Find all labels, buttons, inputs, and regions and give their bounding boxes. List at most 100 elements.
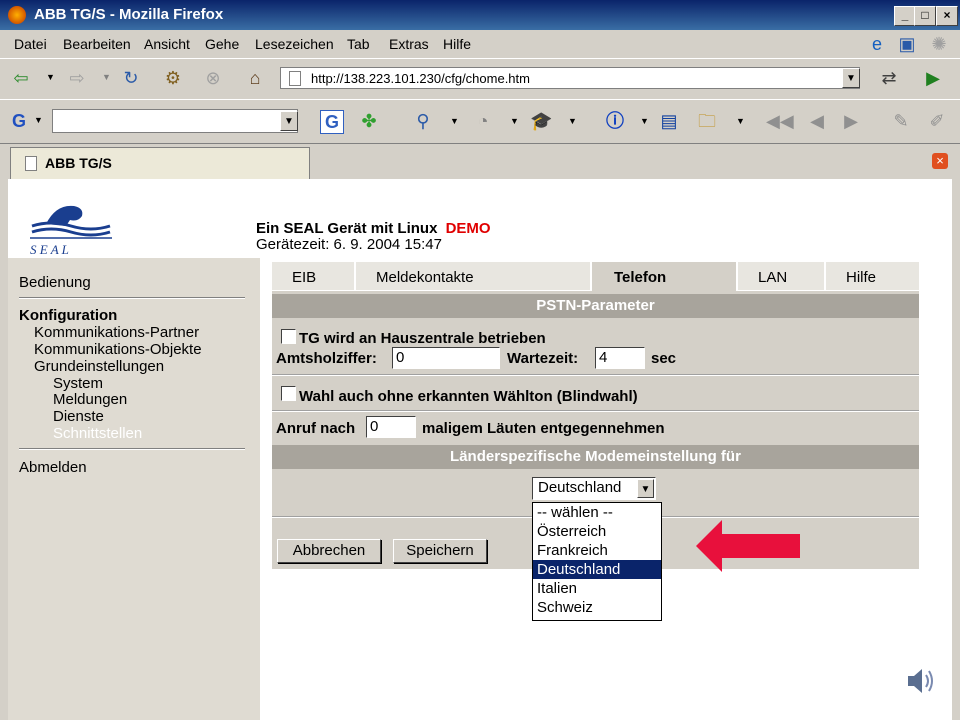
sidebar-divider bbox=[19, 297, 245, 299]
flag-icon[interactable]: ▤ bbox=[658, 110, 680, 132]
country-option-selected[interactable]: Deutschland bbox=[533, 560, 661, 579]
home-alt-icon[interactable]: ⚙ bbox=[162, 67, 184, 89]
graduation-dropdown-icon[interactable]: ▼ bbox=[568, 116, 577, 126]
tab-eib[interactable]: EIB bbox=[272, 262, 354, 290]
menu-lesezeichen[interactable]: Lesezeichen bbox=[255, 36, 334, 52]
back-dropdown-icon[interactable]: ▼ bbox=[46, 72, 55, 82]
network-icon[interactable]: ⇄ bbox=[878, 67, 900, 89]
anruf-input[interactable]: 0 bbox=[366, 416, 416, 438]
tab-telefon[interactable]: Telefon bbox=[592, 262, 736, 292]
seal-logo: S E A L bbox=[30, 205, 112, 257]
wartezeit-unit: sec bbox=[651, 350, 677, 367]
sidebar-item-schnittstellen[interactable]: Schnittstellen bbox=[53, 425, 142, 442]
tab-hilfe[interactable]: Hilfe bbox=[826, 262, 919, 290]
google-icon[interactable]: G bbox=[8, 110, 30, 132]
highlighter-icon[interactable]: ✐ bbox=[926, 110, 948, 132]
save-button[interactable]: Speichern bbox=[393, 539, 487, 563]
sidebar-item-konfiguration[interactable]: Konfiguration bbox=[19, 307, 117, 324]
country-dropdown-list: -- wählen -- Österreich Frankreich Deuts… bbox=[532, 502, 662, 621]
menu-extras[interactable]: Extras bbox=[389, 36, 429, 52]
menu-ansicht[interactable]: Ansicht bbox=[144, 36, 190, 52]
close-window-button[interactable]: × bbox=[936, 6, 958, 26]
stop-icon[interactable]: ⊗ bbox=[202, 67, 224, 89]
forward-icon[interactable]: ⇨ bbox=[66, 67, 88, 89]
sidebar-item-kommunikations-objekte[interactable]: Kommunikations-Objekte bbox=[34, 341, 202, 358]
google-search-input[interactable] bbox=[52, 109, 298, 133]
logo-text: S E A L bbox=[30, 242, 69, 257]
ie-icon[interactable]: e bbox=[866, 33, 888, 55]
magnifier-dropdown-icon[interactable]: ▼ bbox=[450, 116, 459, 126]
forward-dropdown-icon[interactable]: ▼ bbox=[102, 72, 111, 82]
menu-hilfe[interactable]: Hilfe bbox=[443, 36, 471, 52]
window-title: ABB TG/S - Mozilla Firefox bbox=[34, 6, 224, 23]
sidebar-item-bedienung[interactable]: Bedienung bbox=[19, 274, 91, 291]
menu-tab[interactable]: Tab bbox=[347, 36, 370, 52]
magnifier-icon[interactable]: ⚲ bbox=[412, 110, 434, 132]
sidebar-item-system[interactable]: System bbox=[53, 375, 103, 392]
google-search-dropdown-icon[interactable]: ▼ bbox=[280, 111, 298, 131]
sidebar-item-kommunikations-partner[interactable]: Kommunikations-Partner bbox=[34, 324, 199, 341]
google-search-icon[interactable]: G bbox=[320, 110, 344, 134]
clover-icon[interactable]: ✤ bbox=[358, 110, 380, 132]
country-option[interactable]: Italien bbox=[533, 579, 661, 598]
menu-bearbeiten[interactable]: Bearbeiten bbox=[63, 36, 131, 52]
address-bar[interactable]: http://138.223.101.230/cfg/chome.htm bbox=[280, 67, 860, 89]
info-icon[interactable]: ⓘ bbox=[604, 110, 626, 132]
mouse-dropdown-icon[interactable]: ▼ bbox=[510, 116, 519, 126]
demo-badge: DEMO bbox=[445, 220, 491, 237]
folder-icon[interactable]: 🗀 bbox=[696, 110, 718, 132]
laender-header: Länderspezifische Modemeinstellung für bbox=[272, 445, 919, 469]
prev-icon[interactable]: ◀ bbox=[806, 110, 828, 132]
mouse-icon[interactable]: ◔ bbox=[472, 110, 494, 132]
tools-icon[interactable]: ▣ bbox=[896, 33, 918, 55]
google-dropdown-icon[interactable]: ▼ bbox=[34, 115, 43, 125]
folder-dropdown-icon[interactable]: ▼ bbox=[736, 116, 745, 126]
country-option[interactable]: Frankreich bbox=[533, 541, 661, 560]
red-arrow-icon bbox=[696, 520, 800, 572]
next-icon[interactable]: ▶ bbox=[840, 110, 862, 132]
device-title: Ein SEAL Gerät mit Linux bbox=[256, 220, 438, 237]
country-option[interactable]: Österreich bbox=[533, 522, 661, 541]
rewind-icon[interactable]: ◀◀ bbox=[766, 110, 794, 132]
minimize-button[interactable]: _ bbox=[894, 6, 916, 26]
firefox-icon bbox=[8, 6, 26, 24]
graduation-icon[interactable]: 🎓 bbox=[530, 110, 552, 132]
throbber-icon: ✺ bbox=[931, 34, 947, 54]
close-tab-icon[interactable]: × bbox=[932, 153, 948, 169]
menu-bar: Datei Bearbeiten Ansicht Gehe Lesezeiche… bbox=[0, 30, 960, 58]
home-icon[interactable]: ⌂ bbox=[244, 67, 266, 89]
sidebar-item-abmelden[interactable]: Abmelden bbox=[19, 459, 87, 476]
tab-lan[interactable]: LAN bbox=[738, 262, 824, 290]
country-option[interactable]: -- wählen -- bbox=[533, 503, 661, 522]
wartezeit-label: Wartezeit: bbox=[507, 350, 579, 367]
country-option[interactable]: Schweiz bbox=[533, 598, 661, 617]
reload-icon[interactable]: ↻ bbox=[120, 67, 142, 89]
browser-tab[interactable]: ABB TG/S bbox=[10, 147, 310, 179]
blindwahl-checkbox[interactable] bbox=[281, 386, 296, 401]
sidebar-item-dienste[interactable]: Dienste bbox=[53, 408, 104, 425]
tab-meldekontakte[interactable]: Meldekontakte bbox=[356, 262, 590, 290]
speaker-icon[interactable] bbox=[904, 666, 938, 696]
wartezeit-input[interactable]: 4 bbox=[595, 347, 645, 369]
blindwahl-label: Wahl auch ohne erkannten Wählton (Blindw… bbox=[299, 388, 638, 405]
sidebar-item-grundeinstellungen[interactable]: Grundeinstellungen bbox=[34, 358, 164, 375]
maximize-button[interactable]: □ bbox=[914, 6, 936, 26]
cancel-button[interactable]: Abbrechen bbox=[277, 539, 381, 563]
pen-icon[interactable]: ✎ bbox=[890, 110, 912, 132]
sidebar-item-meldungen[interactable]: Meldungen bbox=[53, 391, 127, 408]
url-text: http://138.223.101.230/cfg/chome.htm bbox=[311, 71, 530, 86]
tab-label: ABB TG/S bbox=[45, 155, 112, 171]
go-icon[interactable]: ▶ bbox=[922, 67, 944, 89]
country-select-dropdown-icon[interactable]: ▼ bbox=[637, 479, 654, 498]
menu-datei[interactable]: Datei bbox=[14, 36, 47, 52]
page-icon bbox=[289, 71, 301, 86]
tg-checkbox[interactable] bbox=[281, 329, 296, 344]
anruf-suffix: maligem Läuten entgegennehmen bbox=[422, 420, 665, 437]
back-icon[interactable]: ⇦ bbox=[10, 67, 32, 89]
amtsholziffer-label: Amtsholziffer: bbox=[276, 350, 377, 367]
country-select[interactable]: Deutschland ▼ bbox=[532, 477, 656, 500]
menu-gehe[interactable]: Gehe bbox=[205, 36, 239, 52]
amtsholziffer-input[interactable]: 0 bbox=[392, 347, 500, 369]
info-dropdown-icon[interactable]: ▼ bbox=[640, 116, 649, 126]
address-dropdown-icon[interactable]: ▼ bbox=[842, 68, 860, 88]
